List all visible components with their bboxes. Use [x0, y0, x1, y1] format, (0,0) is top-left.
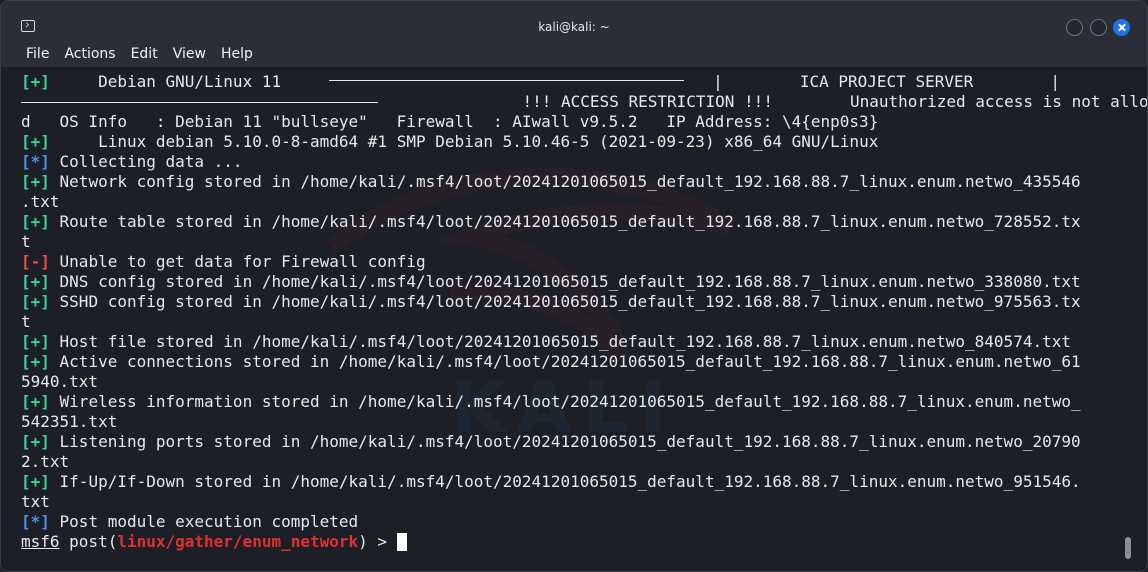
close-icon[interactable]	[1113, 19, 1130, 36]
output-text: 542351.txt	[21, 412, 118, 431]
output-text: 5940.txt	[21, 372, 99, 391]
prompt-end: ) >	[358, 532, 397, 551]
output-line: [*] Post module execution completed	[21, 512, 1147, 532]
output-text: Active connections stored in /home/kali/…	[49, 352, 1081, 371]
banner-restriction-text: !!! ACCESS RESTRICTION !!! Unauthorized …	[378, 92, 1147, 111]
banner-os-text: Debian GNU/Linux 11	[49, 72, 330, 91]
menu-view[interactable]: View	[173, 46, 206, 62]
output-text: Post module execution completed	[49, 512, 359, 531]
status-tag: [+]	[21, 432, 50, 451]
prompt-container: msf6 post(linux/gather/enum_network) >	[21, 532, 407, 552]
output-text: Network config stored in /home/kali/.msf…	[49, 172, 1081, 191]
output-line: .txt	[21, 192, 1147, 212]
output-text: Route table stored in /home/kali/.msf4/l…	[49, 212, 1081, 231]
scrollbar-thumb[interactable]	[1125, 537, 1131, 559]
status-tag: [+]	[21, 332, 50, 351]
output-line: 542351.txt	[21, 412, 1147, 432]
output-text: t	[21, 232, 31, 251]
output-line: [+] SSHD config stored in /home/kali/.ms…	[21, 292, 1147, 312]
status-tag: [+]	[21, 72, 50, 91]
banner-separator: |	[684, 72, 800, 91]
status-tag: [+]	[21, 212, 50, 231]
banner-rule	[329, 80, 685, 91]
output-line: [+] If-Up/If-Down stored in /home/kali/.…	[21, 472, 1147, 492]
window-title: kali@kali: ~	[538, 20, 610, 34]
output-line: t	[21, 232, 1147, 252]
output-text: t	[21, 312, 31, 331]
output-text: 2.txt	[21, 452, 70, 471]
output-line: 5940.txt	[21, 372, 1147, 392]
output-line: 2.txt	[21, 452, 1147, 472]
output-line: [+] Wireless information stored in /home…	[21, 392, 1147, 412]
output-text: If-Up/If-Down stored in /home/kali/.msf4…	[49, 472, 1081, 491]
status-tag: [+]	[21, 472, 50, 491]
output-text: txt	[21, 492, 50, 511]
output-line: [+] Network config stored in /home/kali/…	[21, 172, 1147, 192]
status-tag: [*]	[21, 152, 50, 171]
minimize-button[interactable]	[1066, 19, 1083, 36]
output-line: [*] Collecting data ...	[21, 152, 1147, 172]
status-tag: [+]	[21, 132, 50, 151]
text-cursor	[396, 533, 407, 551]
maximize-button[interactable]	[1090, 19, 1107, 36]
title-bar[interactable]: kali@kali: ~	[1, 1, 1147, 41]
menu-help[interactable]: Help	[221, 46, 253, 62]
status-tag: [+]	[21, 172, 50, 191]
status-tag: [+]	[21, 392, 50, 411]
status-tag: [+]	[21, 272, 50, 291]
prompt-module-name: linux/gather/enum_network	[117, 532, 359, 551]
output-text: Collecting data ...	[49, 152, 243, 171]
output-line: [-] Unable to get data for Firewall conf…	[21, 252, 1147, 272]
output-line: [+] Active connections stored in /home/k…	[21, 352, 1147, 372]
output-line: [+] Route table stored in /home/kali/.ms…	[21, 212, 1147, 232]
output-text: .txt	[21, 192, 60, 211]
banner-kernel-text: Linux debian 5.10.0-8-amd64 #1 SMP Debia…	[49, 132, 879, 151]
output-text: DNS config stored in /home/kali/.msf4/lo…	[49, 272, 1081, 291]
terminal-lines: [+] Debian GNU/Linux 11 | ICA PROJECT SE…	[21, 72, 1147, 532]
output-text: Unable to get data for Firewall config	[49, 252, 426, 271]
output-text: Listening ports stored in /home/kali/.ms…	[49, 432, 1081, 451]
banner-line-3: d OS Info : Debian 11 "bullseye" Firewal…	[21, 112, 1147, 132]
status-tag: [*]	[21, 512, 50, 531]
banner-line-2: !!! ACCESS RESTRICTION !!! Unauthorized …	[21, 92, 1147, 112]
terminal-output[interactable]: KALI [+] Debian GNU/Linux 11 | ICA PROJE…	[1, 67, 1147, 571]
output-line: t	[21, 312, 1147, 332]
output-line: [+] Listening ports stored in /home/kali…	[21, 432, 1147, 452]
menu-file[interactable]: File	[26, 46, 49, 62]
banner-server-name: ICA PROJECT SERVER |	[799, 72, 1060, 91]
status-tag: [+]	[21, 352, 50, 371]
banner-line-1: [+] Debian GNU/Linux 11 | ICA PROJECT SE…	[21, 72, 1147, 92]
command-prompt[interactable]: msf6 post(linux/gather/enum_network) >	[21, 532, 407, 552]
menu-actions[interactable]: Actions	[64, 46, 115, 62]
status-tag: [-]	[21, 252, 50, 271]
banner-info-text: d OS Info : Debian 11 "bullseye" Firewal…	[21, 112, 879, 131]
output-line: [+] Host file stored in /home/kali/.msf4…	[21, 332, 1147, 352]
output-line: [+] DNS config stored in /home/kali/.msf…	[21, 272, 1147, 292]
output-text: SSHD config stored in /home/kali/.msf4/l…	[49, 292, 1081, 311]
banner-line-4: [+] Linux debian 5.10.0-8-amd64 #1 SMP D…	[21, 132, 1147, 152]
terminal-window: kali@kali: ~ File Actions Edit View Help…	[0, 0, 1148, 572]
prompt-post-label: post(	[59, 532, 118, 551]
output-line: txt	[21, 492, 1147, 512]
output-text: Wireless information stored in /home/kal…	[49, 392, 1081, 411]
output-text: Host file stored in /home/kali/.msf4/loo…	[49, 332, 1071, 351]
status-tag: [+]	[21, 292, 50, 311]
menu-edit[interactable]: Edit	[131, 46, 158, 62]
menu-bar: File Actions Edit View Help	[1, 41, 1147, 67]
prompt-console-name: msf6	[21, 532, 60, 551]
